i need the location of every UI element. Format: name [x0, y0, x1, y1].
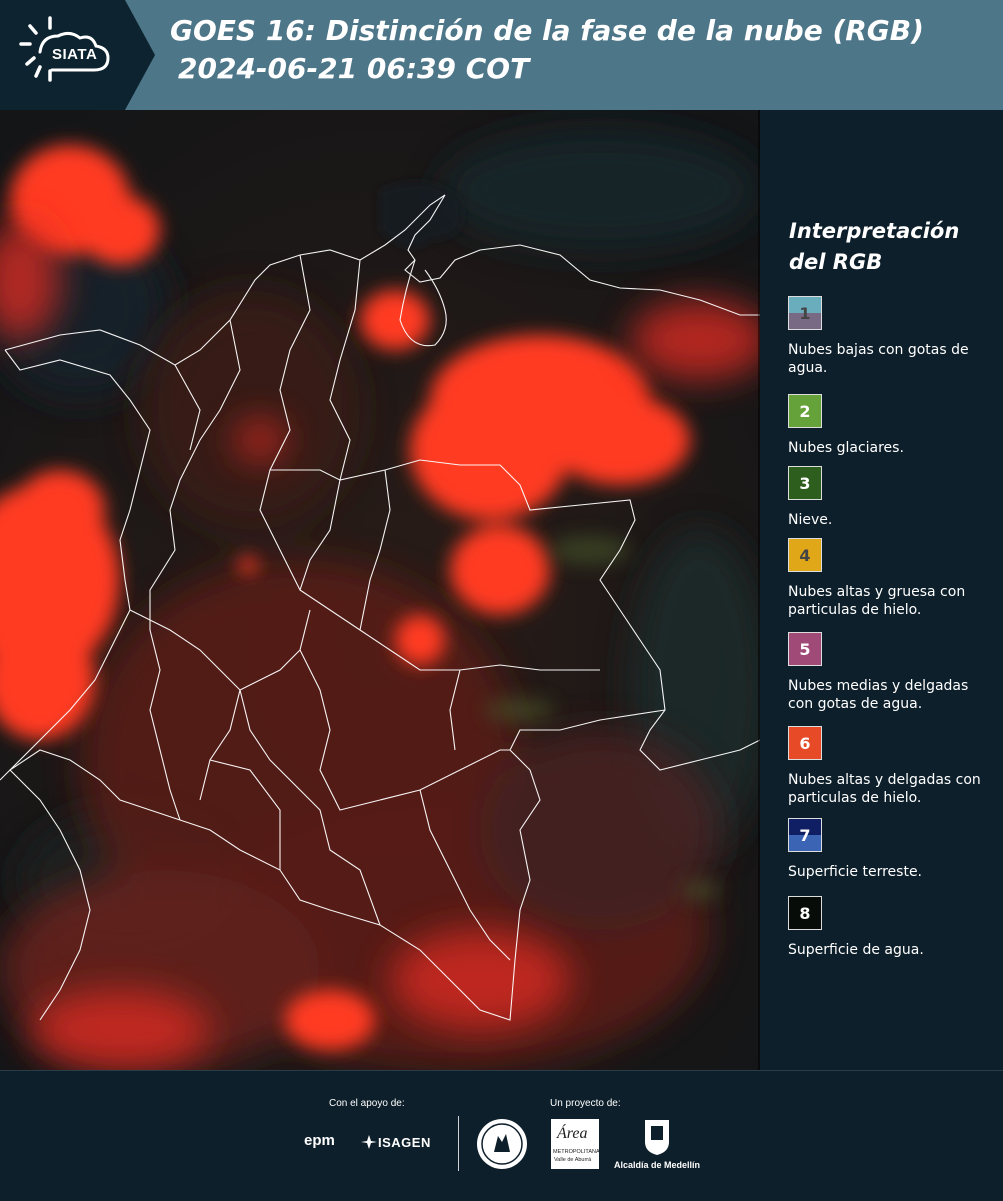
footer: Con el apoyo de: Un proyecto de: epm ISA… [0, 1070, 1003, 1201]
legend-item-8: 8 Superficie de agua. [788, 896, 993, 959]
page-title: GOES 16: Distinción de la fase de la nub… [170, 12, 924, 88]
legend-swatch: 6 [788, 726, 822, 760]
siata-logo: SIATA [0, 0, 155, 110]
alcaldia-caption: Alcaldía de Medellín [614, 1160, 701, 1170]
legend-title: Interpretación del RGB [789, 219, 960, 274]
satellite-image [0, 110, 760, 1070]
legend-item-2: 2 Nubes glaciares. [788, 394, 993, 457]
support-label: Con el apoyo de: [329, 1098, 405, 1109]
isagen-logo-icon [361, 1135, 377, 1149]
title-timestamp: 2024-06-21 06:39 COT [178, 52, 530, 85]
legend-item-7: 7 Superficie terreste. [788, 818, 993, 881]
seal-icon [477, 1119, 527, 1169]
legend-swatch: 2 [788, 394, 822, 428]
project-label: Un proyecto de: [550, 1098, 621, 1109]
legend-number: 5 [799, 639, 811, 659]
legend-panel: Interpretación del RGB 1 Nubes bajas con … [760, 110, 1003, 1070]
legend-label: Superficie terreste. [788, 864, 923, 880]
legend-label: Nieve. [788, 512, 833, 528]
legend-number: 2 [799, 401, 811, 421]
legend-swatch: 3 [788, 466, 822, 500]
legend-number: 6 [799, 733, 811, 753]
title-line-1: GOES 16: Distinción de la fase de la nub… [170, 14, 924, 47]
legend-item-6: 6 Nubes altas y delgadas con particulas d… [788, 726, 993, 807]
isagen-logo: ISAGEN [378, 1135, 431, 1150]
legend-label: Nubes altas y delgadas con particulas de… [788, 772, 981, 806]
area-metropolitana-logo: Área METROPOLITANA Valle de Aburrá [551, 1119, 600, 1169]
header-bar: SIATA GOES 16: Distinción de la fase de … [0, 0, 1003, 110]
legend-label: Nubes glaciares. [788, 440, 904, 456]
legend-number: 1 [799, 303, 811, 323]
legend-label: Nubes altas y gruesa con particulas de h… [788, 584, 966, 618]
legend-swatch: 5 [788, 632, 822, 666]
legend-label: Superficie de agua. [788, 942, 924, 958]
legend-item-4: 4 Nubes altas y gruesa con particulas de … [788, 538, 993, 619]
area-logo-sub2: Valle de Aburrá [554, 1157, 592, 1163]
legend-item-5: 5 Nubes medias y delgadas con gotas de ag… [788, 632, 993, 713]
coat-of-arms-icon [645, 1120, 669, 1155]
area-logo-sub: METROPOLITANA [553, 1149, 600, 1155]
legend-item-1: 1 Nubes bajas con gotas de agua. [788, 296, 993, 377]
logo-text: SIATA [52, 46, 98, 63]
legend-number: 3 [799, 473, 811, 493]
area-logo-text: Área [557, 1125, 588, 1142]
legend-number: 7 [799, 825, 811, 845]
legend-swatch: 7 [788, 818, 822, 852]
legend-swatch: 8 [788, 896, 822, 930]
legend-item-3: 3 Nieve. [788, 466, 993, 529]
legend-swatch: 4 [788, 538, 822, 572]
legend-number: 4 [799, 545, 811, 565]
satellite-map[interactable] [0, 110, 760, 1070]
epm-logo: epm [304, 1132, 335, 1149]
legend-number: 8 [799, 903, 811, 923]
footer-divider [458, 1116, 459, 1171]
legend-label: Nubes bajas con gotas de agua. [788, 342, 969, 376]
legend-label: Nubes medias y delgadas con gotas de agu… [788, 678, 969, 712]
legend-swatch: 1 [788, 296, 822, 330]
